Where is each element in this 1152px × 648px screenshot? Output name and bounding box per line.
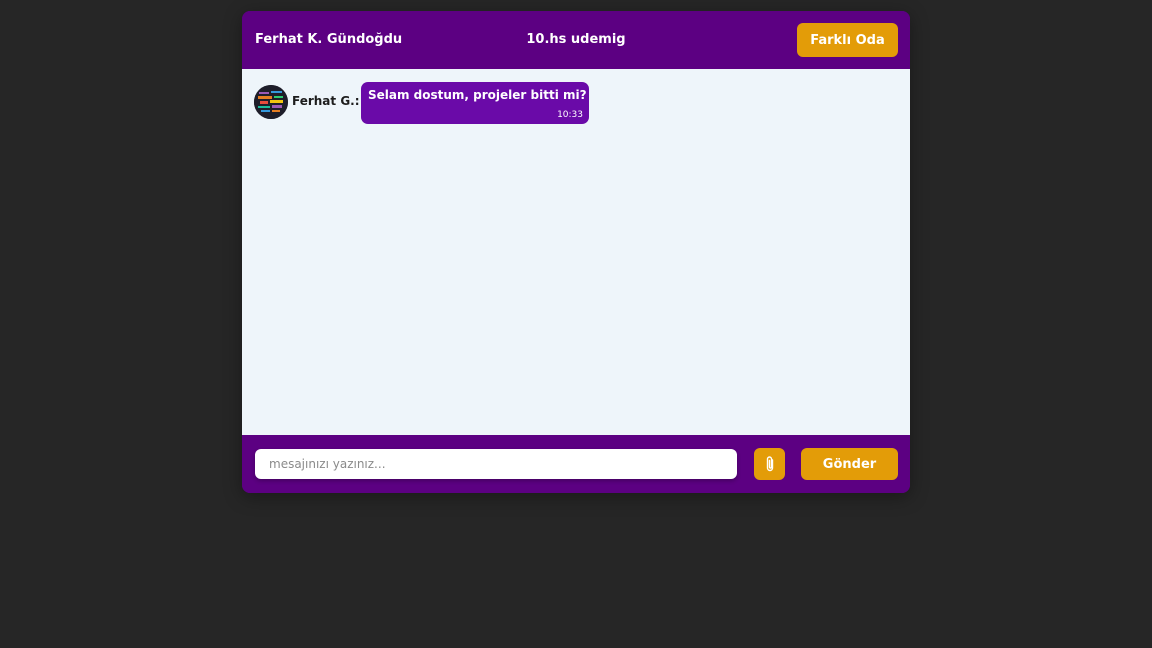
- attach-button[interactable]: [754, 448, 785, 480]
- paperclip-icon: [766, 456, 773, 472]
- avatar-image: [254, 85, 288, 119]
- message-bubble: Selam dostum, projeler bitti mi? 10:33: [361, 82, 589, 124]
- avatar: [254, 85, 288, 119]
- messages-area[interactable]: Ferhat G.: Selam dostum, projeler bitti …: [242, 69, 910, 435]
- message-item: Ferhat G.: Selam dostum, projeler bitti …: [254, 82, 854, 124]
- message-time: 10:33: [557, 110, 583, 120]
- chat-window: Ferhat K. Gündoğdu 10.hs udemig Farklı O…: [242, 11, 910, 493]
- message-input[interactable]: [255, 449, 737, 479]
- message-sender: Ferhat G.:: [292, 94, 360, 108]
- message-text: Selam dostum, projeler bitti mi?: [368, 88, 587, 102]
- send-button[interactable]: Gönder: [801, 448, 898, 480]
- chat-header: Ferhat K. Gündoğdu 10.hs udemig Farklı O…: [242, 11, 910, 69]
- change-room-button[interactable]: Farklı Oda: [797, 23, 898, 57]
- current-user-name: Ferhat K. Gündoğdu: [255, 32, 403, 47]
- chat-footer: Gönder: [242, 435, 910, 493]
